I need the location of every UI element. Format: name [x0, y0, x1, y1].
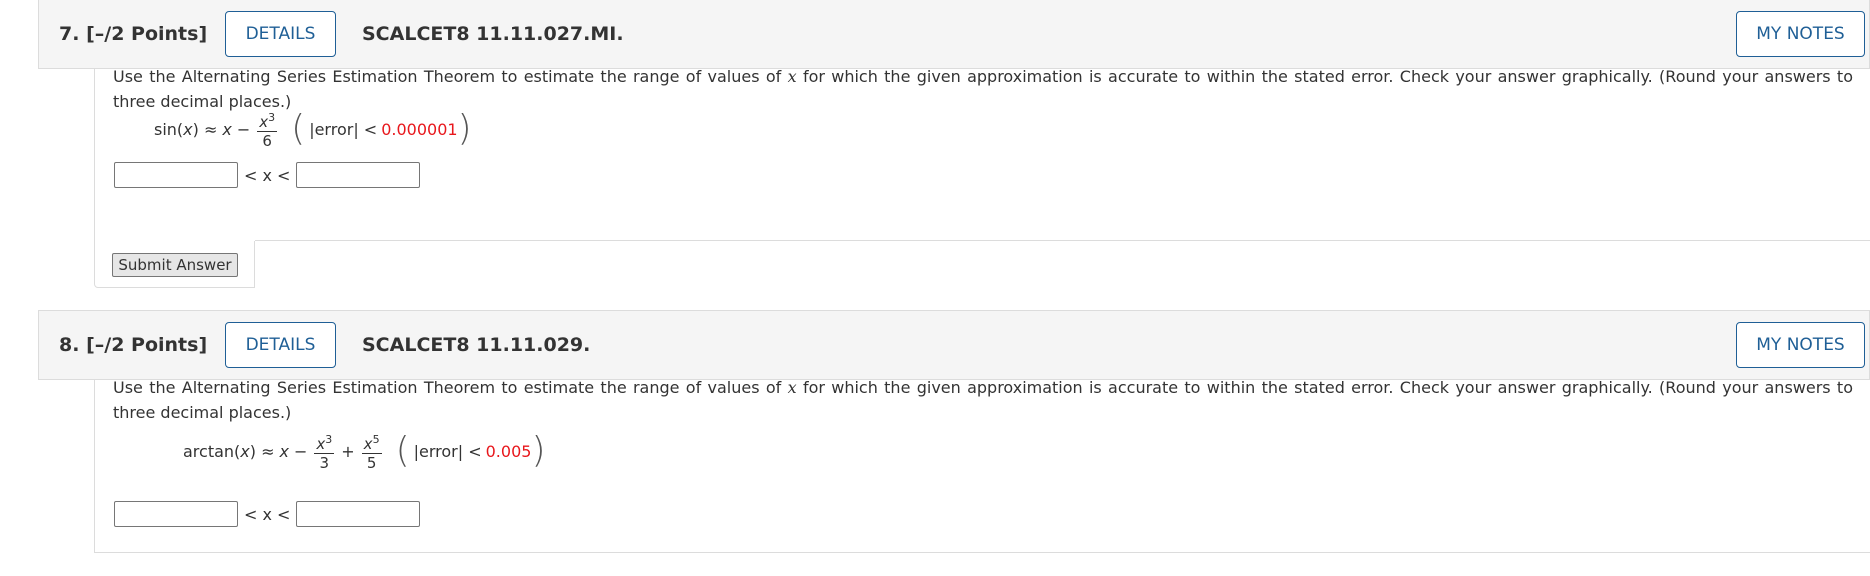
- lower-bound-input[interactable]: [114, 162, 238, 188]
- question-7-id: SCALCET8 11.11.027.MI.: [362, 23, 624, 45]
- question-8-header: 8. [–/2 Points] DETAILS SCALCET8 11.11.0…: [38, 310, 1870, 380]
- error-label: |error| <: [413, 441, 482, 461]
- details-button[interactable]: DETAILS: [225, 322, 336, 368]
- error-label: |error| <: [309, 119, 378, 139]
- error-bound: 0.000001: [381, 119, 458, 139]
- upper-bound-input[interactable]: [296, 501, 421, 527]
- submit-answer-button[interactable]: Submit Answer: [112, 253, 238, 277]
- my-notes-button[interactable]: MY NOTES: [1736, 11, 1865, 57]
- question-8-points: 8. [–/2 Points]: [59, 334, 208, 356]
- inequality-label: < x <: [244, 504, 291, 524]
- question-7-body: Use the Alternating Series Estimation Th…: [94, 67, 1870, 242]
- fraction-x5-over-5: x5 5: [361, 432, 382, 472]
- question-8-id: SCALCET8 11.11.029.: [362, 334, 591, 356]
- question-8-prompt: Use the Alternating Series Estimation Th…: [113, 378, 1853, 422]
- inequality-label: < x <: [244, 165, 291, 185]
- details-button[interactable]: DETAILS: [225, 11, 336, 57]
- lower-bound-input[interactable]: [114, 501, 238, 527]
- question-7-formula: sin(x) ≈ x − x3 6 ( |error| < 0.000001 ): [154, 108, 472, 150]
- question-8-body: Use the Alternating Series Estimation Th…: [94, 378, 1870, 553]
- error-bound: 0.005: [485, 441, 532, 461]
- question-7-header: 7. [–/2 Points] DETAILS SCALCET8 11.11.0…: [38, 0, 1870, 69]
- upper-bound-input[interactable]: [296, 162, 421, 188]
- my-notes-button[interactable]: MY NOTES: [1736, 322, 1865, 368]
- fraction-x3-over-6: x3 6: [257, 110, 278, 150]
- submit-panel: Submit Answer: [94, 241, 255, 288]
- question-7-points: 7. [–/2 Points]: [59, 23, 208, 45]
- divider: [255, 240, 1870, 241]
- question-8-answer-row: < x <: [114, 499, 421, 529]
- question-8-formula: arctan(x) ≈ x − x3 3 + x5 5 ( |error| < …: [183, 430, 546, 472]
- question-7-answer-row: < x <: [114, 160, 421, 190]
- fraction-x3-over-3: x3 3: [314, 432, 335, 472]
